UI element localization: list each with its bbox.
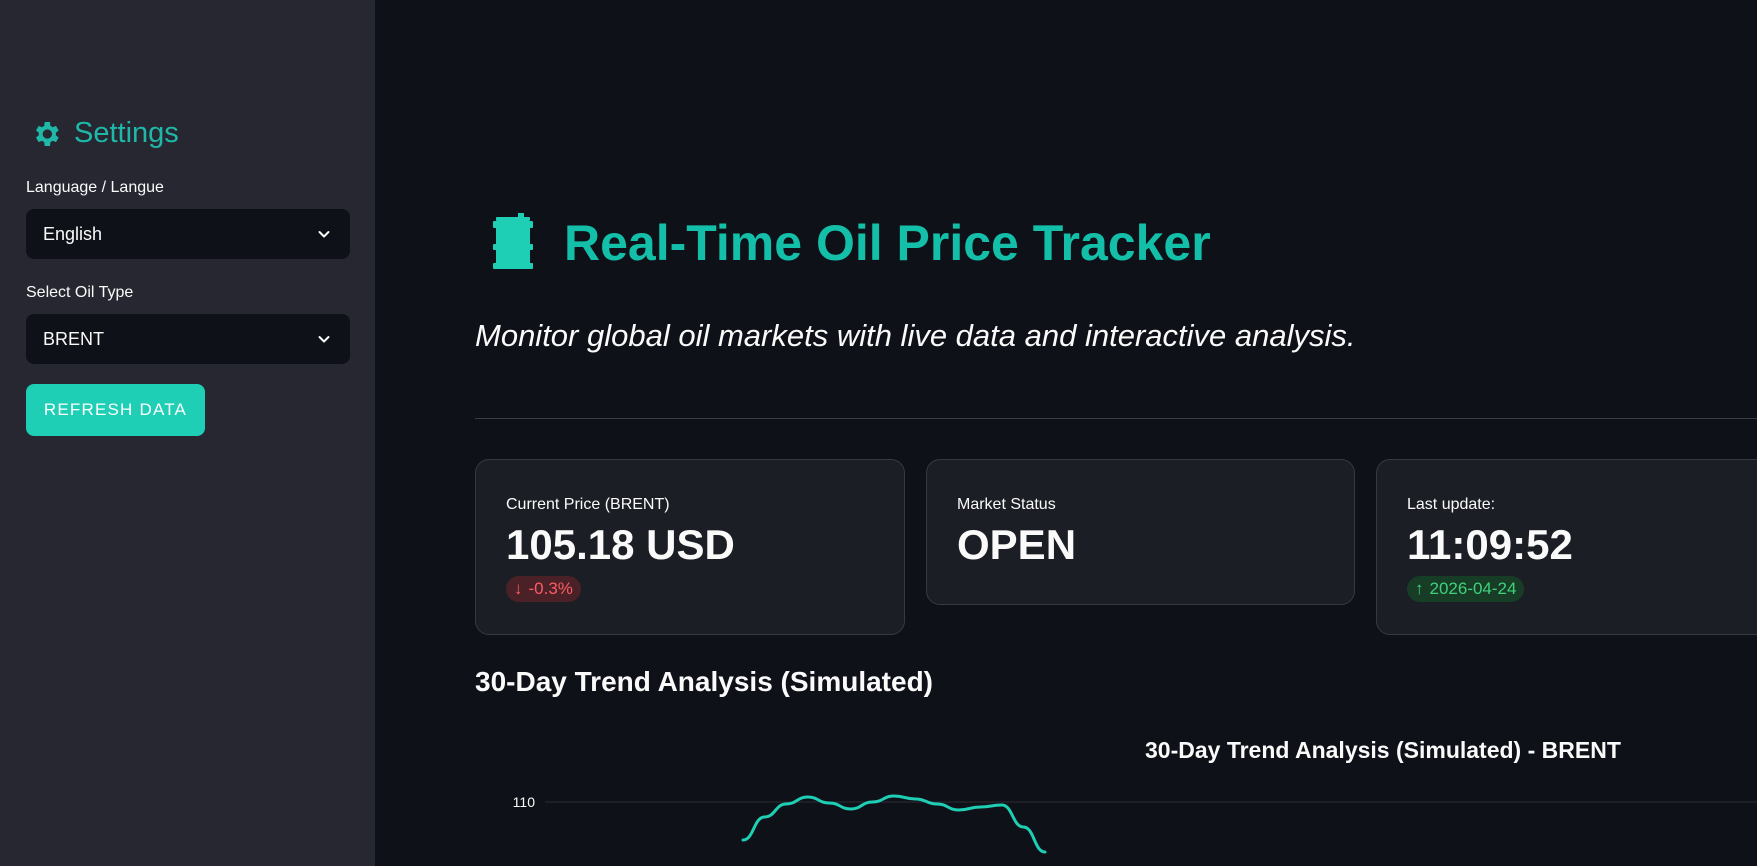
oil-drum-icon	[493, 213, 533, 269]
section-title: 30-Day Trend Analysis (Simulated)	[475, 666, 933, 697]
last-update-label: Last update:	[1407, 496, 1496, 513]
page-header: Real-Time Oil Price Tracker	[490, 213, 1211, 273]
market-status-value: OPEN	[957, 521, 1077, 568]
trend-chart: 110	[513, 794, 1757, 854]
price-metric-card: Current Price (BRENT) 105.18 USD ↓ -0.3%	[475, 459, 905, 635]
last-update-time: 11:09:52	[1407, 521, 1573, 568]
oil-type-label: Select Oil Type	[26, 284, 134, 301]
gear-icon	[36, 121, 59, 146]
language-select[interactable]: English	[26, 209, 350, 259]
divider	[475, 418, 1757, 419]
last-update-date: 2026-04-24	[1429, 579, 1517, 598]
last-update-card: Last update: 11:09:52 ↑ 2026-04-24	[1376, 459, 1757, 635]
arrow-down-icon: ↓	[514, 579, 523, 598]
arrow-up-icon: ↑	[1415, 579, 1424, 598]
language-label: Language / Langue	[26, 179, 164, 196]
page-subtitle: Monitor global oil markets with live dat…	[475, 318, 1356, 353]
settings-title: Settings	[74, 117, 179, 149]
language-select-value: English	[43, 223, 103, 244]
market-status-label: Market Status	[957, 496, 1056, 513]
chevron-down-icon	[318, 231, 330, 238]
oil-type-select[interactable]: BRENT	[26, 314, 350, 364]
last-update-date-badge: ↑ 2026-04-24	[1407, 576, 1525, 602]
price-label: Current Price (BRENT)	[506, 496, 670, 513]
page-title: Real-Time Oil Price Tracker	[564, 215, 1211, 271]
series-line-0	[741, 794, 1047, 854]
price-delta-badge: ↓ -0.3%	[506, 576, 581, 602]
price-delta-value: -0.3%	[528, 579, 573, 598]
refresh-data-button[interactable]: REFRESH DATA	[26, 384, 205, 436]
price-value: 105.18 USD	[506, 521, 735, 568]
settings-header: Settings	[30, 117, 179, 150]
sidebar: Settings Language / Langue English Selec…	[0, 0, 375, 866]
chevron-down-icon	[318, 336, 330, 343]
main-content: Real-Time Oil Price Tracker Monitor glob…	[375, 0, 1757, 866]
y-tick-label: 110	[513, 794, 536, 810]
oil-type-select-value: BRENT	[43, 328, 105, 349]
market-status-card: Market Status OPEN	[926, 459, 1355, 605]
chart-title: 30-Day Trend Analysis (Simulated) - BREN…	[1145, 737, 1621, 763]
